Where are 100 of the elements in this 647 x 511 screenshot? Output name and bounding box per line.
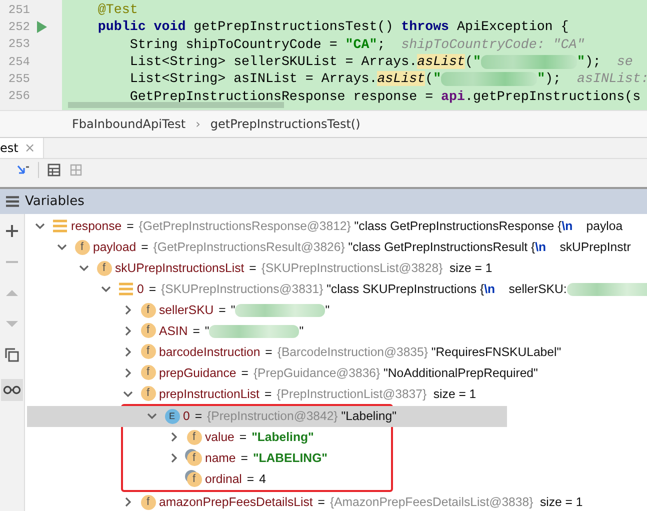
field-icon: f [140, 323, 156, 338]
field-icon: f [140, 386, 156, 402]
tree-row[interactable]: f name = "LABELING" [27, 448, 529, 469]
tree-row[interactable]: f amazonPrepFeesDetailsList = {AmazonPrepFeesDetailsList@3838} size = 1 [25, 492, 647, 511]
field-icon: f [96, 260, 112, 276]
inline-hint: shipToCountryCode: "CA" [401, 36, 585, 52]
code-line: public void getPrepInstructionsTest() throws ApiException { [96, 19, 569, 34]
expand-icon[interactable] [123, 368, 133, 378]
variable-value: " " [204, 324, 304, 338]
variable-name: payload [93, 240, 136, 254]
enum-icon: E [164, 408, 180, 424]
tree-row[interactable]: response = {GetPrepInstructionsResponse@3812} "class GetPrepInstructionsResponse {\n payloa [25, 216, 647, 237]
line-number: 254 [7, 54, 30, 69]
variable-value: 4 [259, 472, 266, 486]
line-number: 253 [7, 37, 30, 52]
variable-name: 0 [137, 282, 144, 296]
equals-sign: = [318, 495, 325, 510]
tree-row[interactable]: f prepInstructionList = {PrepInstructionList@3837} size = 1 [25, 383, 647, 404]
menu-icon[interactable] [6, 196, 19, 207]
equals-sign: = [240, 451, 248, 466]
variable-value: {AmazonPrepFeesDetailsList@3838} size = 1 [330, 495, 583, 510]
variable-name: ordinal [205, 472, 242, 486]
collapse-icon[interactable] [147, 411, 157, 422]
tree-row[interactable]: E 0 = {PrepInstruction@3842} "Labeling" [27, 406, 507, 427]
tree-row[interactable]: f barcodeInstruction = {BarcodeInstruction@3835} "RequiresFNSKULabel" [25, 341, 647, 362]
tree-row[interactable]: f payload = {GetPrepInstructionsResult@3826} "class GetPrepInstructionsResult {\n skUPrepInstr [25, 236, 647, 258]
code-line: List<String> asINList = Arrays.asList(" "); [128, 71, 562, 86]
variable-value: {PrepGuidance@3836} "NoAdditionalPrepRequired" [253, 366, 538, 380]
variable-value: {SKUPrepInstructionsList@3828} size = 1 [261, 261, 492, 276]
inline-hint: se [616, 54, 633, 70]
expand-icon[interactable] [123, 346, 133, 357]
table-icon[interactable] [47, 162, 61, 176]
field-icon: f [140, 494, 156, 510]
scrollbar-thumb[interactable] [68, 102, 284, 108]
equals-sign: = [192, 324, 200, 338]
variable-value: " " [230, 302, 330, 318]
variable-value: {PrepInstruction@3842} "Labeling" [207, 409, 396, 424]
variable-value: "LABELING" [252, 451, 328, 466]
inline-hint: asINList: [577, 71, 647, 86]
variable-name: value [205, 430, 234, 444]
tab-label: est [0, 141, 18, 155]
field-icon: f [186, 430, 202, 445]
step-out-icon[interactable] [16, 162, 30, 176]
tree-row[interactable]: f ordinal = 4 [27, 468, 529, 490]
expand-icon[interactable] [123, 305, 133, 315]
collapse-icon[interactable] [57, 242, 67, 252]
tree-row[interactable]: 0 = {SKUPrepInstructions@3831} "class SKUPrepInstructions {\n sellerSKU: [25, 278, 647, 300]
tree-row[interactable]: f value = "Labeling" [27, 426, 529, 448]
variable-name: prepInstructionList [159, 386, 260, 401]
collapse-icon[interactable] [79, 263, 89, 274]
equals-sign: = [141, 240, 148, 254]
field-icon: f [140, 302, 156, 318]
tree-row[interactable]: f ASIN = " " [25, 320, 647, 342]
equals-sign: = [246, 472, 254, 486]
tree-row[interactable]: f skUPrepInstructionsList = {SKUPrepInstructionsList@3828} size = 1 [25, 258, 647, 279]
collapse-icon[interactable] [101, 284, 111, 294]
code-line: String shipToCountryCode = "CA"; [128, 36, 386, 52]
list-icon [118, 281, 134, 298]
variable-name: sellerSKU [159, 303, 214, 317]
breadcrumb[interactable]: FbaInboundApiTest [72, 117, 186, 131]
expand-icon[interactable] [123, 326, 133, 336]
copy-icon[interactable] [5, 348, 19, 362]
equals-sign: = [265, 344, 272, 359]
expand-icon[interactable] [123, 497, 133, 508]
final-field-icon: f [186, 450, 202, 466]
line-number: 252 [7, 20, 30, 34]
tree-row[interactable]: f prepGuidance = {PrepGuidance@3836} "NoAdditionalPrepRequired" [25, 362, 647, 384]
variable-name: 0 [183, 409, 190, 424]
variable-name: prepGuidance [159, 366, 236, 380]
variable-value: {SKUPrepInstructions@3831} "class SKUPrepInstructions {\n sellerSKU: [161, 282, 647, 296]
run-icon[interactable] [37, 20, 47, 33]
breadcrumb[interactable]: getPrepInstructionsTest() [210, 117, 360, 131]
equals-sign: = [241, 366, 248, 380]
equals-sign: = [239, 430, 247, 444]
equals-sign: = [264, 386, 272, 401]
field-icon: f [140, 365, 156, 380]
glasses-icon[interactable] [1, 379, 23, 401]
equals-sign: = [148, 282, 156, 296]
variable-value: {BarcodeInstruction@3835} "RequiresFNSKULabel" [277, 344, 562, 359]
variable-value: {PrepInstructionList@3837} size = 1 [276, 386, 476, 401]
panel-title: Variables [25, 194, 84, 209]
tab[interactable]: est × [0, 138, 44, 158]
code-line: @Test [96, 2, 138, 18]
variable-name: response [71, 219, 122, 234]
line-number: 256 [7, 89, 30, 104]
tree-row[interactable]: f sellerSKU = " " [25, 300, 647, 320]
variable-name: skUPrepInstructionsList [115, 261, 244, 276]
breadcrumb-separator: › [196, 117, 200, 131]
variable-value: "Labeling" [252, 430, 314, 444]
equals-sign: = [194, 409, 202, 424]
field-icon: f [74, 240, 90, 255]
expand-icon[interactable] [169, 432, 179, 442]
expand-icon[interactable] [169, 453, 179, 464]
variable-value: {GetPrepInstructionsResponse@3812} "class GetPrepInstructionsResponse {\n payloa [138, 219, 623, 234]
equals-sign: = [218, 303, 226, 317]
line-number: 251 [7, 2, 30, 17]
collapse-icon[interactable] [123, 388, 133, 399]
equals-sign: = [126, 219, 134, 234]
add-icon[interactable] [5, 224, 19, 238]
collapse-icon[interactable] [35, 221, 45, 232]
